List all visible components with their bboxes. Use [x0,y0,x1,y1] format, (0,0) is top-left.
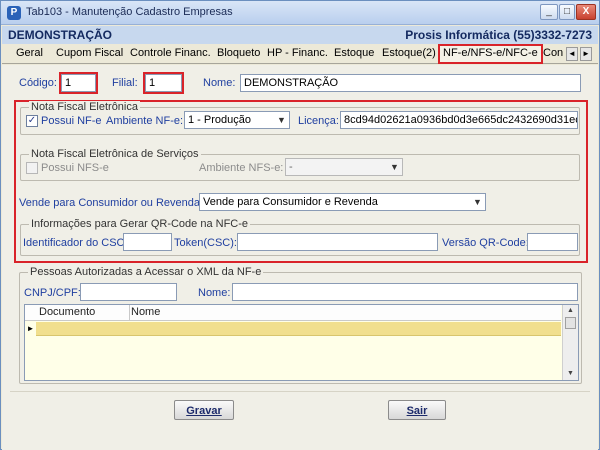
tab-scroll-left-icon[interactable]: ◄ [566,47,578,61]
codigo-input[interactable]: 1 [61,74,96,92]
company-header: DEMONSTRAÇÃO Prosis Informática (55)3332… [2,26,598,44]
window-title: Tab103 - Manutenção Cadastro Empresas [26,6,233,18]
licenca-label: Licença: [298,115,339,127]
scroll-thumb[interactable] [565,317,576,329]
xml-access-group-title: Pessoas Autorizadas a Acessar o XML da N… [28,266,264,278]
xml-nome-input[interactable] [232,283,578,301]
possui-nfe-checkbox[interactable]: ✓ [26,115,38,127]
title-bar[interactable]: P Tab103 - Manutenção Cadastro Empresas … [1,1,599,25]
column-header-nome[interactable]: Nome [131,306,160,318]
authorized-persons-grid[interactable]: Documento Nome ► ▲ ▼ [24,304,579,381]
csc-id-input[interactable] [123,233,172,251]
tab-geral[interactable]: Geral [16,46,43,63]
venda-label: Vende para Consumidor ou Revenda: [19,197,204,209]
licenca-input[interactable]: 8cd94d02621a0936bd0d3e665dc2432690d31ecf… [340,111,578,129]
chevron-down-icon: ▼ [473,197,482,207]
versao-qrcode-label: Versão QR-Code: [442,237,529,249]
tab-bar: Geral Cupom Fiscal Controle Financ. Bloq… [2,44,598,64]
tab-bloqueto[interactable]: Bloqueto [217,46,260,63]
codigo-label: Código: [19,77,57,89]
token-label: Token(CSC): [174,237,237,249]
tab-con[interactable]: Con [543,46,563,63]
xml-nome-label: Nome: [198,287,231,299]
venda-value: Vende para Consumidor e Revenda [203,196,378,208]
cnpj-input[interactable] [80,283,177,301]
ambiente-nfe-label: Ambiente NF-e: [106,115,184,127]
possui-nfse-checkbox[interactable] [26,162,38,174]
tab-cupom-fiscal[interactable]: Cupom Fiscal [56,46,123,63]
ambiente-nfse-label: Ambiente NFS-e: [199,162,284,174]
possui-nfse-label: Possui NFS-e [41,162,109,174]
qrcode-group-title: Informações para Gerar QR-Code na NFC-e [29,218,251,230]
tab-nfe-nfse-nfce[interactable]: NF-e/NFS-e/NFC-e [438,44,543,64]
tab-estoque[interactable]: Estoque [334,46,374,63]
table-row[interactable] [36,322,561,336]
main-window: P Tab103 - Manutenção Cadastro Empresas … [0,0,600,450]
nome-input[interactable]: DEMONSTRAÇÃO [240,74,581,92]
filial-input[interactable]: 1 [145,74,182,92]
tab-hp-financ[interactable]: HP - Financ. [267,46,328,63]
ambiente-nfe-value: 1 - Produção [188,114,251,126]
row-indicator-icon: ► [26,324,35,333]
app-icon: P [7,6,21,20]
maximize-button[interactable]: □ [559,4,575,20]
ambiente-nfe-select[interactable]: 1 - Produção ▼ [184,111,290,129]
token-input[interactable] [237,233,438,251]
scroll-up-icon[interactable]: ▲ [564,305,577,316]
csc-id-label: Identificador do CSC: [23,237,128,249]
nfse-group-title: Nota Fiscal Eletrônica de Serviços [29,148,201,160]
footer-divider [10,391,590,392]
tab-controle-financ[interactable]: Controle Financ. [130,46,211,63]
filial-label: Filial: [112,77,138,89]
possui-nfe-label: Possui NF-e [41,115,102,127]
column-header-documento[interactable]: Documento [39,306,95,318]
venda-select[interactable]: Vende para Consumidor e Revenda ▼ [199,193,486,211]
nome-label: Nome: [203,77,236,89]
tab-panel: Código: 1 Filial: 1 Nome: DEMONSTRAÇÃO N… [2,65,598,450]
nfe-group-title: Nota Fiscal Eletrônica [29,101,140,113]
close-button[interactable]: X [576,4,596,20]
sair-button[interactable]: Sair [388,400,446,420]
gravar-button[interactable]: Gravar [174,400,234,420]
scroll-down-icon[interactable]: ▼ [564,368,577,379]
minimize-button[interactable]: _ [540,4,558,20]
company-name: DEMONSTRAÇÃO [8,28,112,42]
chevron-down-icon: ▼ [390,162,399,172]
tab-scroll-right-icon[interactable]: ► [580,47,592,61]
tab-estoque-2[interactable]: Estoque(2) [382,46,436,63]
versao-qrcode-input[interactable] [527,233,578,251]
vendor-info: Prosis Informática (55)3332-7273 [405,28,592,42]
grid-scrollbar[interactable]: ▲ ▼ [562,305,578,380]
ambiente-nfse-value: - [289,161,293,173]
cnpj-label: CNPJ/CPF: [24,287,81,299]
chevron-down-icon: ▼ [277,115,286,125]
ambiente-nfse-select[interactable]: - ▼ [285,158,403,176]
column-divider [129,305,130,321]
grid-header: Documento Nome [25,305,561,321]
